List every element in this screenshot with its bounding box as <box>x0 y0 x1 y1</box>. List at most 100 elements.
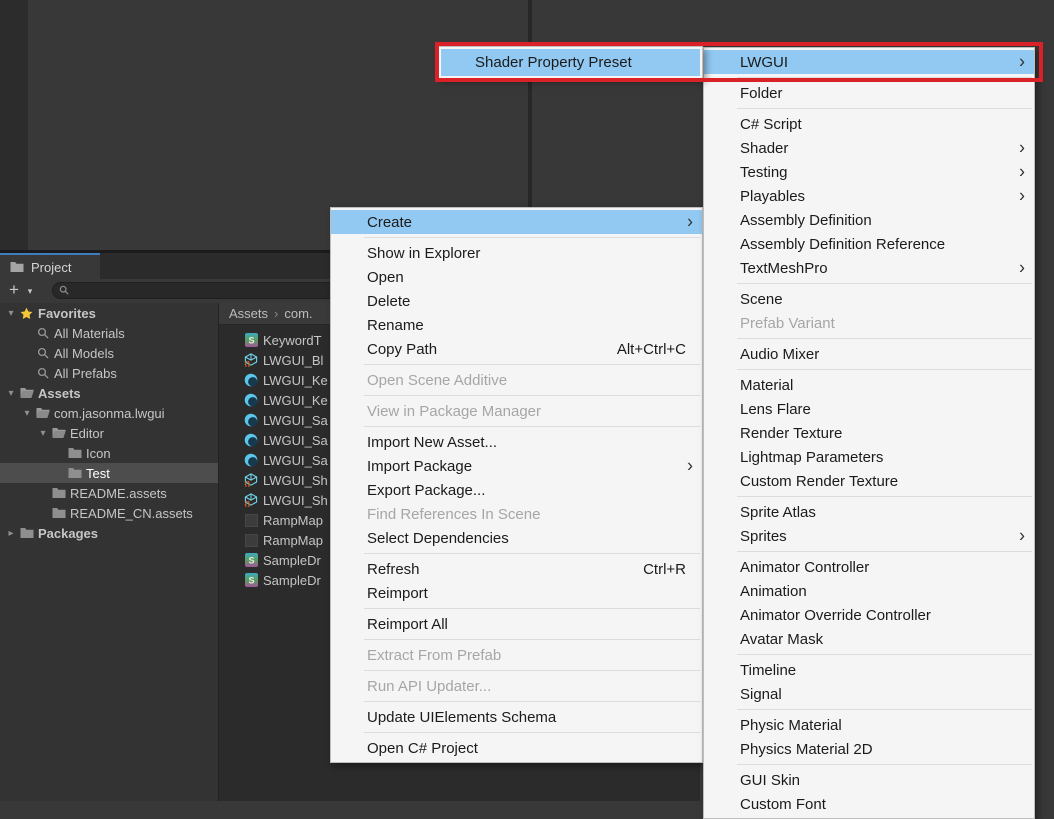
menu-item-copy-path[interactable]: Copy PathAlt+Ctrl+C <box>331 337 702 361</box>
tree-item-label: Packages <box>38 526 98 541</box>
menu-item-scene[interactable]: Scene <box>704 287 1034 311</box>
menu-item-create[interactable]: Create› <box>331 210 702 234</box>
menu-item-view-in-package-manager[interactable]: View in Package Manager <box>331 399 702 423</box>
menu-item-gui-skin[interactable]: GUI Skin <box>704 768 1034 792</box>
tab-project[interactable]: Project <box>0 253 100 279</box>
menu-item-label: Reimport All <box>367 616 448 633</box>
tree-item-packages[interactable]: ▸ Packages <box>0 523 218 543</box>
menu-item-run-api-updater[interactable]: Run API Updater... <box>331 674 702 698</box>
menu-item-prefab-variant[interactable]: Prefab Variant <box>704 311 1034 335</box>
menu-item-shortcut: Alt+Ctrl+C <box>617 341 690 358</box>
menu-item-lens-flare[interactable]: Lens Flare <box>704 397 1034 421</box>
menu-separator <box>737 551 1032 552</box>
search-icon <box>34 326 51 341</box>
tree-item-all-prefabs[interactable]: All Prefabs <box>0 363 218 383</box>
menu-item-custom-render-texture[interactable]: Custom Render Texture <box>704 469 1034 493</box>
tree-item-all-materials[interactable]: All Materials <box>0 323 218 343</box>
menu-item-animator-controller[interactable]: Animator Controller <box>704 555 1034 579</box>
tree-item-readme-assets[interactable]: README.assets <box>0 483 218 503</box>
menu-item-audio-mixer[interactable]: Audio Mixer <box>704 342 1034 366</box>
menu-item-assembly-definition-reference[interactable]: Assembly Definition Reference <box>704 232 1034 256</box>
menu-item-open-scene-additive[interactable]: Open Scene Additive <box>331 368 702 392</box>
menu-item-label: Audio Mixer <box>740 346 819 363</box>
menu-item-avatar-mask[interactable]: Avatar Mask <box>704 627 1034 651</box>
expand-arrow-icon[interactable]: ▾ <box>36 428 50 439</box>
menu-item-open[interactable]: Open <box>331 265 702 289</box>
search-icon <box>59 282 69 300</box>
menu-item-folder[interactable]: Folder <box>704 81 1034 105</box>
tree-item-readme-cn-assets[interactable]: README_CN.assets <box>0 503 218 523</box>
project-tab-label: Project <box>31 260 71 275</box>
file-item-label: LWGUI_Sh <box>263 473 328 488</box>
menu-item-sprite-atlas[interactable]: Sprite Atlas <box>704 500 1034 524</box>
menu-item-rename[interactable]: Rename <box>331 313 702 337</box>
file-item-label: LWGUI_Sa <box>263 453 328 468</box>
expand-arrow-icon[interactable]: ▾ <box>4 388 18 399</box>
menu-item-animation[interactable]: Animation <box>704 579 1034 603</box>
search-icon <box>34 366 51 381</box>
expand-arrow-icon[interactable]: ▾ <box>4 308 18 319</box>
menu-item-physic-material[interactable]: Physic Material <box>704 713 1034 737</box>
menu-item-shader[interactable]: Shader› <box>704 136 1034 160</box>
menu-item-testing[interactable]: Testing› <box>704 160 1034 184</box>
menu-item-physics-material-2d[interactable]: Physics Material 2D <box>704 737 1034 761</box>
breadcrumb-root[interactable]: Assets <box>229 306 268 321</box>
menu-item-sprites[interactable]: Sprites› <box>704 524 1034 548</box>
menu-item-label: TextMeshPro <box>740 260 828 277</box>
menu-item-lightmap-parameters[interactable]: Lightmap Parameters <box>704 445 1034 469</box>
collapse-arrow-icon[interactable]: ▸ <box>4 528 18 539</box>
menu-item-animator-override-controller[interactable]: Animator Override Controller <box>704 603 1034 627</box>
menu-item-label: Custom Font <box>740 796 826 813</box>
submenu-arrow-icon: › <box>687 456 693 474</box>
menu-item-material[interactable]: Material <box>704 373 1034 397</box>
expand-arrow-icon[interactable]: ▾ <box>20 408 34 419</box>
menu-item-show-in-explorer[interactable]: Show in Explorer <box>331 241 702 265</box>
menu-item-lwgui[interactable]: LWGUI› <box>704 50 1034 74</box>
tree-item-label: All Models <box>54 346 114 361</box>
menu-item-open-c-project[interactable]: Open C# Project <box>331 736 702 760</box>
menu-item-delete[interactable]: Delete <box>331 289 702 313</box>
tree-item-icon[interactable]: Icon <box>0 443 218 463</box>
submenu-arrow-icon: › <box>1019 52 1025 70</box>
menu-item-label: Scene <box>740 291 783 308</box>
menu-item-import-package[interactable]: Import Package› <box>331 454 702 478</box>
menu-item-reimport[interactable]: Reimport <box>331 581 702 605</box>
menu-separator <box>737 338 1032 339</box>
dropdown-caret-icon[interactable]: ▾ <box>24 279 36 303</box>
tree-item-com-jasonma-lwgui[interactable]: ▾ com.jasonma.lwgui <box>0 403 218 423</box>
tree-item-editor[interactable]: ▾Editor <box>0 423 218 443</box>
menu-item-import-new-asset[interactable]: Import New Asset... <box>331 430 702 454</box>
menu-item-c-script[interactable]: C# Script <box>704 112 1034 136</box>
menu-item-reimport-all[interactable]: Reimport All <box>331 612 702 636</box>
breadcrumb-current[interactable]: com. <box>284 306 312 321</box>
file-item-label: LWGUI_Ke <box>263 373 328 388</box>
folder-icon <box>18 526 35 541</box>
menu-item-export-package[interactable]: Export Package... <box>331 478 702 502</box>
tree-item-test[interactable]: Test <box>0 463 218 483</box>
menu-item-signal[interactable]: Signal <box>704 682 1034 706</box>
menu-item-shader-property-preset[interactable]: Shader Property Preset <box>441 49 700 76</box>
material-icon <box>243 433 259 448</box>
tree-item-label: com.jasonma.lwgui <box>54 406 165 421</box>
tree-item-label: Assets <box>38 386 81 401</box>
menu-item-label: Sprites <box>740 528 787 545</box>
tree-item-label: Icon <box>86 446 111 461</box>
menu-item-playables[interactable]: Playables› <box>704 184 1034 208</box>
menu-item-refresh[interactable]: RefreshCtrl+R <box>331 557 702 581</box>
menu-item-textmeshpro[interactable]: TextMeshPro› <box>704 256 1034 280</box>
tree-item-label: README.assets <box>70 486 167 501</box>
menu-item-render-texture[interactable]: Render Texture <box>704 421 1034 445</box>
menu-item-update-uielements-schema[interactable]: Update UIElements Schema <box>331 705 702 729</box>
tree-item-all-models[interactable]: All Models <box>0 343 218 363</box>
chevron-right-icon: › <box>274 306 278 321</box>
add-asset-button[interactable]: + <box>5 279 23 303</box>
tree-item-favorites[interactable]: ▾Favorites <box>0 303 218 323</box>
menu-item-extract-from-prefab[interactable]: Extract From Prefab <box>331 643 702 667</box>
menu-item-custom-font[interactable]: Custom Font <box>704 792 1034 816</box>
shader-variant-icon: {} <box>243 353 259 368</box>
menu-item-find-references-in-scene[interactable]: Find References In Scene <box>331 502 702 526</box>
menu-item-timeline[interactable]: Timeline <box>704 658 1034 682</box>
menu-item-select-dependencies[interactable]: Select Dependencies <box>331 526 702 550</box>
tree-item-assets[interactable]: ▾ Assets <box>0 383 218 403</box>
menu-item-assembly-definition[interactable]: Assembly Definition <box>704 208 1034 232</box>
